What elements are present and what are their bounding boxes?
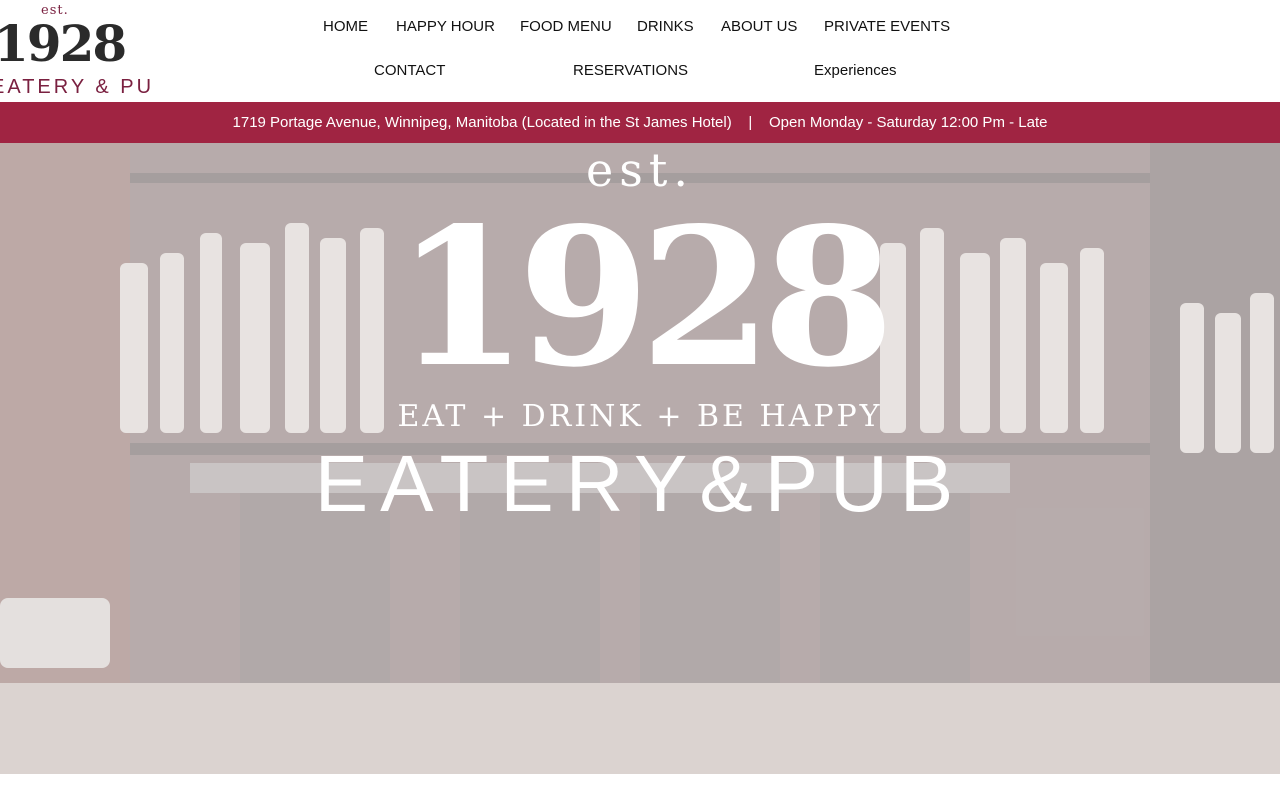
site-header: est. 1928 EATERY & PUB HOME HAPPY HOUR F… — [0, 0, 1280, 102]
logo-subtitle: EATERY & PUB — [0, 76, 150, 98]
hero-banner: est. 1928 EAT + DRINK + BE HAPPY EATERY&… — [0, 143, 1280, 774]
nav-private-events[interactable]: PRIVATE EVENTS — [824, 18, 950, 36]
hero-name-text: EATERY&PUB — [314, 439, 966, 528]
nav-reservations[interactable]: RESERVATIONS — [573, 62, 688, 80]
hero-year-text: 1928 — [395, 186, 895, 409]
hours-text: Open Monday - Saturday 12:00 Pm - Late — [768, 114, 1048, 131]
address-text: 1719 Portage Avenue, Winnipeg, Manitoba … — [232, 114, 732, 131]
nav-drinks[interactable]: DRINKS — [637, 18, 694, 36]
nav-about-us[interactable]: ABOUT US — [721, 18, 797, 36]
nav-home[interactable]: HOME — [323, 18, 368, 36]
info-bar: 1719 Portage Avenue, Winnipeg, Manitoba … — [0, 102, 1280, 143]
nav-experiences[interactable]: Experiences — [814, 62, 897, 80]
site-logo[interactable]: est. 1928 EATERY & PUB — [0, 0, 150, 102]
nav-contact[interactable]: CONTACT — [374, 62, 445, 80]
hero-tagline: EAT + DRINK + BE HAPPY — [397, 399, 883, 434]
logo-year-text: 1928 — [0, 14, 127, 73]
nav-food-menu[interactable]: FOOD MENU — [520, 18, 612, 36]
nav-happy-hour[interactable]: HAPPY HOUR — [396, 18, 495, 36]
